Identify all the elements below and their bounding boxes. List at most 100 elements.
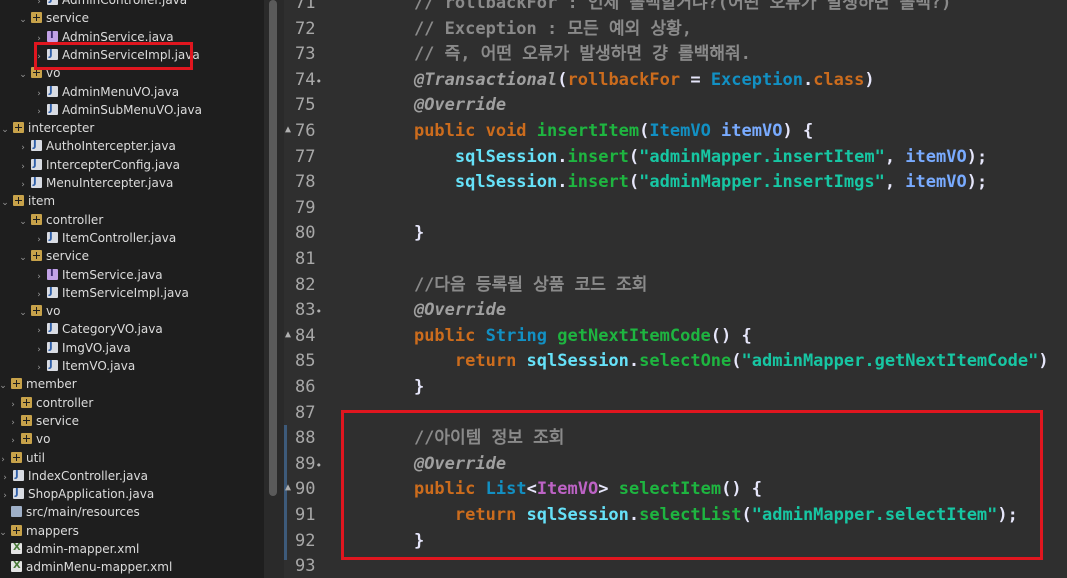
tree-item-label: ShopApplication.java: [28, 487, 155, 502]
java-class-icon: [47, 45, 58, 63]
line-number-text: 84: [295, 325, 316, 346]
code-token: ItemVO: [536, 479, 599, 500]
code-line[interactable]: public List<ItemVO> selectItem() {: [373, 477, 762, 503]
code-token: return: [454, 351, 527, 372]
tree-item[interactable]: ›ItemController.java: [34, 228, 176, 247]
tree-item[interactable]: src/main/resources: [0, 503, 140, 521]
tree-item[interactable]: ›MenuIntercepter.java: [18, 173, 173, 192]
code-token: (: [557, 69, 568, 90]
fold-marker-icon[interactable]: •: [315, 75, 322, 88]
chevron-down-icon[interactable]: ⌄: [0, 194, 10, 212]
line-number: 81: [284, 247, 344, 273]
code-line[interactable]: // Exception : 모든 예외 상황,: [373, 17, 692, 43]
chevron-down-icon[interactable]: ⌄: [0, 377, 8, 395]
tree-item[interactable]: admin-mapper.xml: [0, 539, 140, 558]
java-class-icon: [47, 283, 58, 301]
line-number: 79: [284, 196, 344, 222]
override-marker-icon[interactable]: ▲: [285, 475, 291, 501]
chevron-down-icon[interactable]: ⌄: [0, 121, 10, 139]
chevron-down-icon[interactable]: ⌄: [18, 213, 28, 231]
tree-item[interactable]: ›IntercepterConfig.java: [18, 155, 180, 174]
code-token: "adminMapper.getNextItemCode": [741, 351, 1039, 372]
code-line[interactable]: return sqlSession.selectOne("adminMapper…: [373, 349, 1049, 375]
code-line[interactable]: @Override: [373, 452, 506, 478]
code-line[interactable]: public void insertItem(ItemVO itemVO) {: [373, 119, 813, 145]
tree-item[interactable]: ⌄ mappers: [0, 522, 79, 540]
project-explorer: ›AdminController.java⌄service›AdminServi…: [0, 0, 264, 578]
tree-item[interactable]: ›AuthoIntercepter.java: [18, 136, 176, 155]
tree-item[interactable]: ›ImgVO.java: [34, 338, 131, 357]
package-icon: [21, 414, 32, 426]
tree-item[interactable]: ›AdminService.java: [34, 27, 173, 46]
tree-item[interactable]: ›ItemServiceImpl.java: [34, 283, 189, 302]
tree-item-label: ImgVO.java: [62, 340, 131, 355]
tree-item[interactable]: › vo: [8, 430, 50, 448]
tree-item-label: intercepter: [28, 121, 95, 136]
code-editor[interactable]: 71 // rollbackFor : 언제 롤백할거냐?(어떤 오류가 발생하…: [284, 0, 1067, 578]
fold-marker-icon[interactable]: •: [315, 459, 322, 472]
code-line[interactable]: //아이템 정보 조회: [373, 426, 564, 452]
code-token: ): [864, 69, 875, 90]
code-line[interactable]: // 즉, 어떤 오류가 발생하면 걍 롤백해줘.: [373, 42, 751, 68]
chevron-down-icon[interactable]: ⌄: [18, 66, 28, 84]
line-number-text: 71: [295, 0, 316, 13]
code-line[interactable]: }: [373, 529, 424, 555]
code-line[interactable]: @Transactional(rollbackFor = Exception.c…: [373, 68, 875, 94]
code-line[interactable]: sqlSession.insert("adminMapper.insertIte…: [373, 145, 987, 171]
code-line[interactable]: }: [373, 375, 424, 401]
code-line[interactable]: }: [373, 221, 424, 247]
tree-item-label: ItemServiceImpl.java: [62, 285, 189, 300]
tree-item[interactable]: ›ItemService.java: [34, 265, 162, 284]
chevron-down-icon[interactable]: ⌄: [18, 304, 28, 322]
package-icon: [31, 250, 42, 262]
line-number: 71: [284, 0, 344, 17]
line-number: 78: [284, 170, 344, 196]
override-marker-icon[interactable]: ▲: [285, 117, 291, 143]
override-marker-icon[interactable]: ▲: [285, 322, 291, 348]
tree-item[interactable]: ›IndexController.java: [0, 466, 148, 485]
tree-item[interactable]: ⌄ vo: [18, 302, 60, 320]
chevron-down-icon[interactable]: ⌄: [18, 249, 28, 267]
tree-item-label: admin-mapper.xml: [26, 542, 140, 556]
tree-item[interactable]: ›AdminController.java: [34, 0, 187, 9]
tree-item[interactable]: ⌄ intercepter: [0, 119, 94, 137]
code-token: >: [598, 479, 619, 500]
tree-item[interactable]: › service: [8, 412, 79, 430]
tree-item[interactable]: ›AdminSubMenuVO.java: [34, 100, 202, 119]
fold-marker-icon[interactable]: •: [315, 305, 322, 318]
tree-item[interactable]: ›ItemVO.java: [34, 356, 135, 375]
chevron-down-icon[interactable]: ⌄: [18, 11, 28, 29]
tree-item[interactable]: ⌄ service: [18, 247, 89, 265]
line-number: 91: [284, 503, 344, 529]
code-line[interactable]: //다음 등록될 상품 코드 조회: [373, 273, 647, 299]
code-token: (: [639, 121, 650, 141]
tree-item[interactable]: › util: [0, 449, 45, 467]
code-token: );: [997, 505, 1018, 525]
code-line[interactable]: @Override: [373, 93, 506, 119]
tree-item[interactable]: ⌄ service: [18, 9, 89, 27]
line-number-text: 77: [295, 146, 316, 167]
tree-item[interactable]: ›ShopApplication.java: [0, 484, 155, 503]
java-class-icon: [31, 155, 42, 173]
tree-item[interactable]: ⌄ item: [0, 192, 55, 210]
tree-item[interactable]: ⌄ vo: [18, 64, 60, 82]
code-line[interactable]: @Override: [373, 298, 506, 324]
code-token: .: [557, 146, 568, 167]
tree-item[interactable]: › controller: [8, 394, 93, 412]
code-line[interactable]: public String getNextItemCode() {: [373, 324, 752, 350]
explorer-scrollbar-thumb[interactable]: [269, 0, 277, 496]
tree-item[interactable]: ⌄ member: [0, 375, 77, 393]
tree-item[interactable]: ⌄ controller: [18, 211, 103, 229]
tree-item[interactable]: ›AdminServiceImpl.java: [34, 45, 200, 64]
code-line[interactable]: // rollbackFor : 언제 롤백할거냐?(어떤 오류가 발생하면 롤…: [373, 0, 951, 17]
package-icon: [31, 12, 42, 24]
code-line[interactable]: return sqlSession.selectList("adminMappe…: [373, 503, 1018, 529]
code-line[interactable]: sqlSession.insert("adminMapper.insertImg…: [373, 170, 987, 196]
tree-item[interactable]: ›CategoryVO.java: [34, 319, 163, 338]
code-token: }: [373, 530, 425, 551]
code-token: (: [741, 505, 752, 525]
tree-item[interactable]: adminMenu-mapper.xml: [0, 557, 172, 576]
tree-item[interactable]: ›AdminMenuVO.java: [34, 82, 179, 101]
